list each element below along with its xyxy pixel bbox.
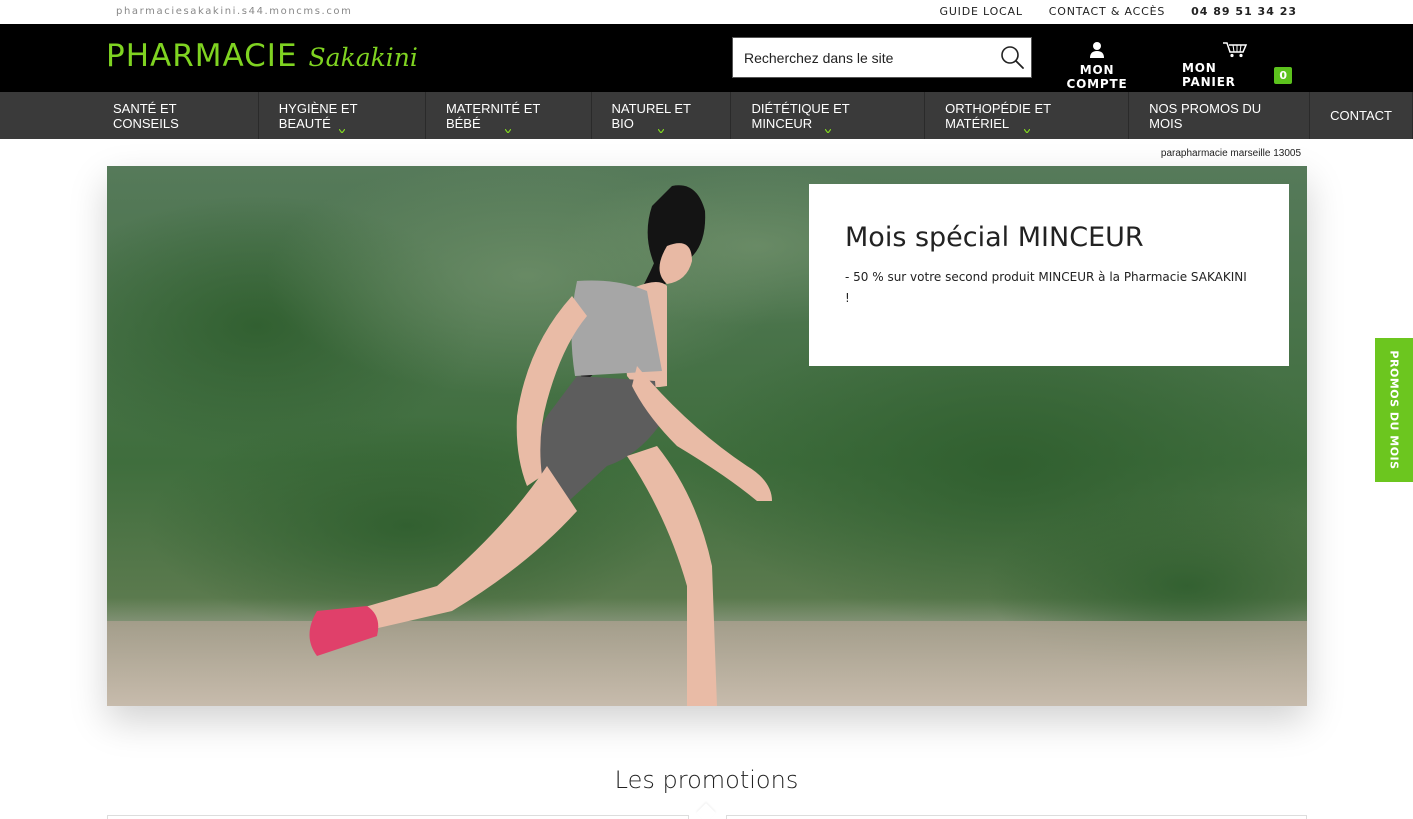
nav-item-label: SANTÉ ET CONSEILS	[113, 100, 179, 131]
logo-main-text: PHARMACIE	[106, 38, 298, 74]
nav-item-orthopedie-materiel[interactable]: ORTHOPÉDIE ET MATÉRIEL	[925, 92, 1130, 139]
promos-side-tab[interactable]: PROMOS DU MOIS	[1375, 338, 1413, 482]
nav-item-contact[interactable]: CONTACT	[1310, 92, 1413, 139]
site-logo[interactable]: PHARMACIE Sakakini	[106, 38, 418, 74]
hero-note: parapharmacie marseille 13005	[1160, 148, 1301, 159]
promo-box[interactable]: Mois spécial MINCEUR - 50 % sur votre se…	[809, 184, 1289, 366]
search-input[interactable]	[733, 38, 993, 77]
guide-local-link[interactable]: GUIDE LOCAL	[940, 5, 1023, 18]
nav-item-label: CONTACT	[1330, 108, 1392, 123]
cart-count-badge: 0	[1274, 66, 1292, 84]
nav-item-dietetique-minceur[interactable]: DIÉTÉTIQUE ET MINCEUR	[731, 92, 926, 139]
nav-item-naturel-bio[interactable]: NATUREL ET BIO	[592, 92, 732, 139]
cart-button[interactable]: MON PANIER 0	[1182, 41, 1292, 89]
nav-list: SANTÉ ET CONSEILS HYGIÈNE ET BEAUTÉ MATE…	[106, 92, 1413, 139]
chevron-down-icon	[1023, 129, 1030, 133]
cart-icon	[1223, 42, 1248, 58]
nav-item-maternite-bebe[interactable]: MATERNITÉ ET BÉBÉ	[426, 92, 592, 139]
site-header: PHARMACIE Sakakini MON COMPTE MON PANIER…	[0, 24, 1413, 92]
nav-item-promos-mois[interactable]: NOS PROMOS DU MOIS	[1129, 92, 1311, 139]
promo-title: Mois spécial MINCEUR	[845, 222, 1144, 253]
promo-card-right[interactable]	[726, 815, 1307, 819]
nav-item-label: DIÉTÉTIQUE ET MINCEUR	[751, 100, 850, 131]
cart-label: MON PANIER	[1182, 61, 1236, 89]
logo-script-text: Sakakini	[308, 43, 418, 72]
section-divider-notch	[696, 803, 716, 819]
nav-item-label: MATERNITÉ ET BÉBÉ	[445, 100, 541, 131]
promo-text: - 50 % sur votre second produit MINCEUR …	[845, 270, 1247, 305]
main-nav: SANTÉ ET CONSEILS HYGIÈNE ET BEAUTÉ MATE…	[0, 92, 1413, 139]
chevron-down-icon	[658, 129, 664, 133]
account-button[interactable]: MON COMPTE	[1050, 41, 1144, 91]
account-label: MON COMPTE	[1066, 63, 1128, 91]
chevron-down-icon	[338, 129, 345, 133]
nav-item-label: HYGIÈNE ET BEAUTÉ	[278, 100, 358, 131]
phone-link[interactable]: 04 89 51 34 23	[1191, 5, 1297, 18]
side-tab-label: PROMOS DU MOIS	[1387, 350, 1401, 470]
chevron-down-icon	[505, 129, 512, 133]
cart-row: MON PANIER 0	[1182, 61, 1292, 89]
user-icon	[1090, 42, 1104, 58]
nav-item-label: NATUREL ET BIO	[611, 100, 691, 131]
promo-card-left[interactable]	[107, 815, 689, 819]
nav-item-sante-conseils[interactable]: SANTÉ ET CONSEILS	[106, 92, 259, 139]
contact-access-link[interactable]: CONTACT & ACCÈS	[1049, 5, 1165, 18]
nav-item-hygiene-beaute[interactable]: HYGIÈNE ET BEAUTÉ	[259, 92, 426, 139]
nav-item-label: NOS PROMOS DU MOIS	[1149, 100, 1262, 131]
top-bar: pharmaciesakakini.s44.moncms.com GUIDE L…	[0, 0, 1413, 24]
chevron-down-icon	[824, 129, 831, 133]
search-box	[732, 37, 1032, 78]
site-domain: pharmaciesakakini.s44.moncms.com	[116, 6, 353, 17]
search-icon[interactable]	[999, 44, 1025, 70]
nav-item-label: ORTHOPÉDIE ET MATÉRIEL	[945, 100, 1051, 131]
promotions-title: Les promotions	[614, 766, 799, 794]
top-links: GUIDE LOCAL CONTACT & ACCÈS 04 89 51 34 …	[914, 5, 1298, 18]
